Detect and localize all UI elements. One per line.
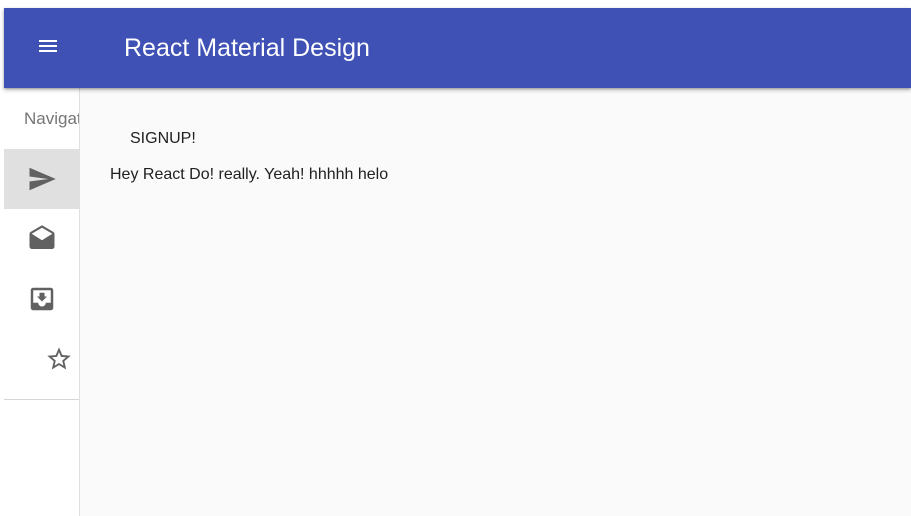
- drawer-header: Navigation: [24, 109, 79, 128]
- nav-item-send[interactable]: [4, 149, 79, 209]
- send-icon: [27, 164, 57, 194]
- nav-item-starred[interactable]: [4, 329, 79, 389]
- navigation-drawer: Navigation: [4, 88, 80, 516]
- drafts-icon: [27, 224, 57, 254]
- app-title: React Material Design: [124, 34, 370, 62]
- message-text: Hey React Do! really. Yeah! hhhhh helo: [110, 166, 389, 183]
- menu-button[interactable]: [28, 28, 68, 68]
- nav-item-inbox[interactable]: [4, 269, 79, 329]
- drawer-divider: [4, 399, 79, 400]
- move-to-inbox-icon: [27, 284, 57, 314]
- menu-icon: [36, 34, 60, 63]
- app-bar: React Material Design: [4, 8, 911, 88]
- signup-button[interactable]: SIGNUP!: [116, 124, 210, 154]
- star-border-icon: [45, 345, 73, 373]
- main-content: SIGNUP! Hey React Do! really. Yeah! hhhh…: [80, 88, 911, 516]
- app-window: React Material Design Navigation: [0, 0, 911, 516]
- nav-item-drafts[interactable]: [4, 209, 79, 269]
